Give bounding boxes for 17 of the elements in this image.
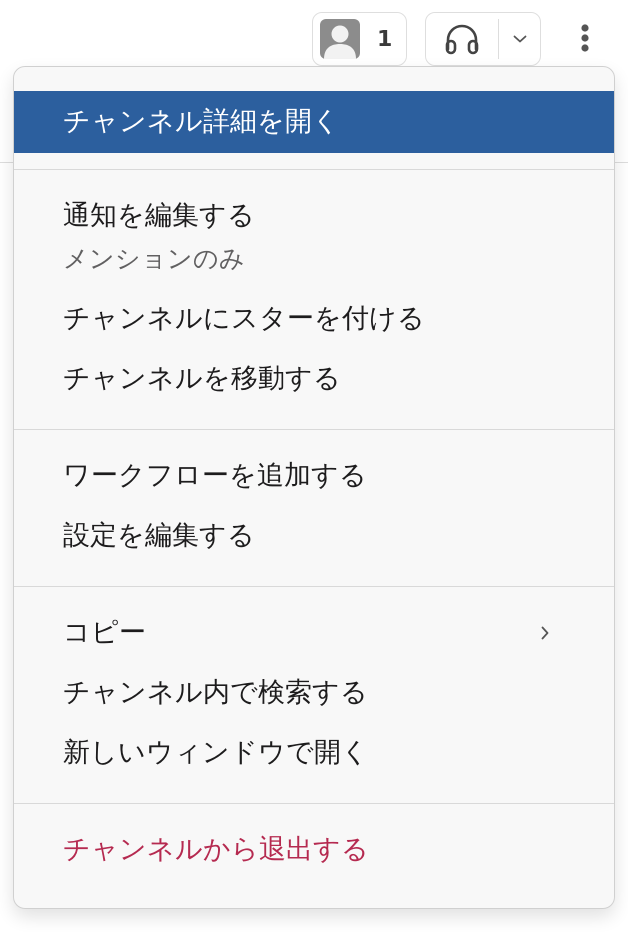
menu-item[interactable]: 新しいウィンドウで開く xyxy=(14,723,614,783)
menu-item[interactable]: チャンネル内で検索する xyxy=(14,663,614,723)
chevron-right-icon xyxy=(541,626,549,640)
more-icon xyxy=(581,24,589,52)
menu-item[interactable]: チャンネルから退出する xyxy=(14,820,614,880)
menu-item[interactable]: 設定を編集する xyxy=(14,506,614,566)
caret-icon xyxy=(512,35,527,43)
headphones-icon xyxy=(444,23,480,55)
avatar-icon xyxy=(320,19,360,59)
menu-item[interactable]: チャンネルを移動する xyxy=(14,349,614,409)
menu-item[interactable]: チャンネルにスターを付ける xyxy=(14,289,614,349)
menu-item[interactable]: 通知を編集する メンションのみ xyxy=(14,186,614,289)
menu-item-subtitle: メンションのみ xyxy=(63,243,245,275)
menu-item[interactable]: ワークフローを追加する xyxy=(14,446,614,506)
menu-item[interactable]: チャンネル詳細を開く xyxy=(14,91,614,153)
members-button[interactable]: 1 xyxy=(312,12,407,66)
menu-item[interactable]: コピー xyxy=(14,603,614,663)
